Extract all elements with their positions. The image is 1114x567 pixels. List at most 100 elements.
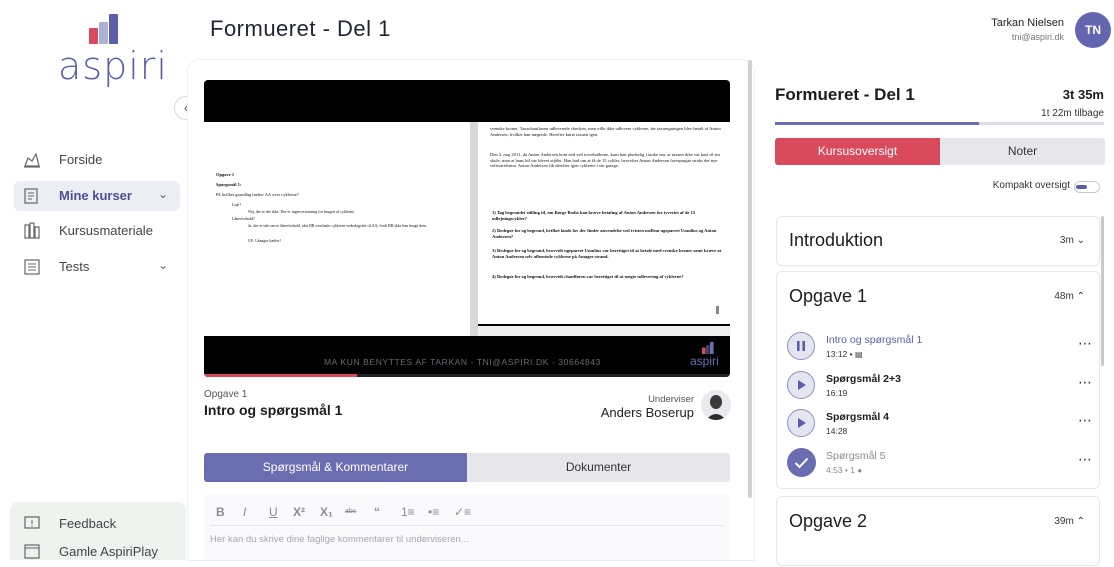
sidebar-item-mine-kurser[interactable]: Mine kurser ⌄ <box>14 181 180 211</box>
section-introduktion[interactable]: Introduktion 3m ⌄ <box>776 216 1100 266</box>
checklist-button[interactable]: ✓≡ <box>454 505 471 519</box>
section-duration[interactable]: 48m ⌃ <box>1054 291 1085 302</box>
course-panel-scrollbar[interactable] <box>1101 216 1104 366</box>
tab-course-overview[interactable]: Kursusoversigt <box>775 138 940 165</box>
doc-text: Den 3. maj 2011, da Anton Andersen kom n… <box>490 152 720 169</box>
more-options-icon[interactable]: ⋯ <box>1078 412 1093 429</box>
lesson-title: Spørgsmål 4 <box>826 411 890 423</box>
bold-button[interactable]: B <box>216 505 225 519</box>
library-icon <box>24 222 40 239</box>
instructor-avatar <box>701 390 731 420</box>
doc-text: Løje? <box>232 202 242 207</box>
sidebar-item-kursusmateriale[interactable]: Kursusmateriale <box>14 216 180 246</box>
chevron-down-icon[interactable]: ⌄ <box>158 187 168 201</box>
more-options-icon[interactable]: ⋯ <box>1078 374 1093 391</box>
section-title: Opgave 2 <box>789 511 868 531</box>
sidebar-bottom-panel: Feedback Gamle AspiriPlay <box>10 502 186 560</box>
instructor-label: Underviser <box>648 394 694 405</box>
course-total-time: 3t 35m <box>1062 87 1104 102</box>
play-icon[interactable] <box>787 371 815 399</box>
feedback-icon <box>24 516 40 529</box>
lesson-duration: 14:28 <box>826 426 848 436</box>
instructor-name: Anders Boserup <box>600 405 694 420</box>
superscript-button[interactable]: X² <box>293 505 305 519</box>
doc-gutter <box>470 122 478 336</box>
avatar[interactable]: TN <box>1075 12 1111 48</box>
page-title: Formueret - Del 1 <box>210 16 391 41</box>
doc-question: 3) Redegør for og begrund, hvorvidt ugep… <box>492 248 722 259</box>
lesson-meta: 13:12 • ▤ <box>826 349 863 359</box>
sidebar: aspiri ‹ Forside Mine kurser ⌄ Kursusmat… <box>0 0 198 560</box>
bullet-list-button[interactable]: •≡ <box>428 505 439 519</box>
sidebar-item-label: Kursusmateriale <box>59 223 153 238</box>
italic-button[interactable]: I <box>243 505 246 519</box>
comment-editor[interactable]: B I U X² X₁ abc “ 1≡ •≡ ✓≡ Her kan du sk… <box>204 494 730 560</box>
video-player[interactable]: Opgave 1 Spørgsmål 1: På hvilket grundla… <box>204 80 730 377</box>
chevron-down-icon[interactable]: ⌄ <box>158 258 168 272</box>
video-document-right: svenske kroner. Taxachaufføren udlevered… <box>478 122 730 324</box>
home-icon <box>24 152 40 168</box>
section-title: Introduktion <box>789 230 884 250</box>
user-email: tni@aspiri.dk <box>1011 32 1064 42</box>
pause-icon[interactable] <box>787 332 815 360</box>
lesson-duration: 13:12 • <box>826 349 853 359</box>
doc-text: Nej, det er det ikke. Der er ingen ersta… <box>248 209 355 214</box>
course-panel-title: Formueret - Del 1 <box>775 85 915 104</box>
doc-text: svenske kroner. Taxachaufføren udlevered… <box>490 126 721 137</box>
doc-question: 2) Redegør for og begrund, hvilket lands… <box>492 228 717 239</box>
lesson-item[interactable]: Intro og spørgsmål 1 13:12 • ▤ ⋯ <box>787 332 1093 368</box>
sidebar-item-forside[interactable]: Forside <box>14 145 180 175</box>
sidebar-item-gamle-aspiriplay[interactable]: Gamle AspiriPlay <box>14 537 180 567</box>
lesson-item[interactable]: Spørgsmål 4 14:28 ⋯ <box>787 409 1093 445</box>
lesson-item[interactable]: Spørgsmål 5 4:53 • 1 ● ⋯ <box>787 448 1093 484</box>
section-title: Opgave 1 <box>789 286 868 306</box>
sidebar-item-label: Feedback <box>59 516 117 531</box>
tab-questions-comments[interactable]: Spørgsmål & Kommentarer <box>204 453 467 482</box>
doc-heading: Spørgsmål 1: <box>216 182 242 187</box>
video-progress-fill <box>204 374 357 377</box>
ordered-list-button[interactable]: 1≡ <box>401 505 415 519</box>
section-duration-text: 3m <box>1059 235 1074 246</box>
section-duration: 3m ⌄ <box>1060 235 1085 246</box>
compact-view-toggle[interactable] <box>1074 181 1100 193</box>
section-duration-text: 48m <box>1054 291 1074 302</box>
underline-button[interactable]: U <box>269 505 278 519</box>
comment-input[interactable]: Her kan du skrive dine faglige kommentar… <box>210 534 469 545</box>
doc-text: På hvilket grundlag hæfter AA over cykle… <box>216 192 299 197</box>
chevron-up-icon: ⌃ <box>1076 516 1085 527</box>
aspiri-logo-text[interactable]: aspiri <box>58 44 168 88</box>
chevron-up-icon: ⌃ <box>1076 291 1085 302</box>
lesson-meta: 4:53 • 1 ● <box>826 465 862 475</box>
tab-notes[interactable]: Noter <box>940 138 1105 165</box>
main-scrollbar[interactable] <box>748 60 752 498</box>
doc-page-strip <box>478 326 730 336</box>
section-duration[interactable]: 39m ⌃ <box>1054 516 1085 527</box>
sidebar-item-feedback[interactable]: Feedback <box>14 509 180 539</box>
window-icon <box>24 544 40 559</box>
lesson-title: Intro og spørgsmål 1 <box>826 334 923 346</box>
compact-view-label: Kompakt oversigt <box>992 180 1070 191</box>
doc-question: 4) Redegør for og begrund, hvorvidt chau… <box>492 274 684 279</box>
note-icon: ▤ <box>854 350 863 359</box>
lesson-duration: 4:53 • 1 <box>826 465 855 475</box>
editor-divider <box>210 525 724 526</box>
quote-button[interactable]: “ <box>374 505 380 519</box>
lesson-group-label: Opgave 1 <box>204 389 248 400</box>
doc-question: 1) Tag begrundet stilling til, om Børge … <box>492 210 696 221</box>
tab-documents[interactable]: Dokumenter <box>467 453 730 482</box>
section-opgave-2: Opgave 2 39m ⌃ <box>776 496 1100 566</box>
sidebar-item-label: Gamle AspiriPlay <box>59 544 158 559</box>
strikethrough-button[interactable]: abc <box>345 508 356 515</box>
more-options-icon[interactable]: ⋯ <box>1078 451 1093 468</box>
lesson-title: Spørgsmål 5 <box>826 450 886 462</box>
more-options-icon[interactable]: ⋯ <box>1078 335 1093 352</box>
play-icon[interactable] <box>787 409 815 437</box>
tests-icon <box>24 259 40 275</box>
courses-icon <box>24 188 38 204</box>
subscript-button[interactable]: X₁ <box>320 505 333 519</box>
lesson-item[interactable]: Spørgsmål 2+3 16:19 ⋯ <box>787 371 1093 407</box>
user-name: Tarkan Nielsen <box>991 17 1064 29</box>
check-icon[interactable] <box>787 448 816 477</box>
sidebar-item-tests[interactable]: Tests ⌄ <box>14 252 180 282</box>
course-time-left: 1t 22m tilbage <box>1041 108 1104 119</box>
